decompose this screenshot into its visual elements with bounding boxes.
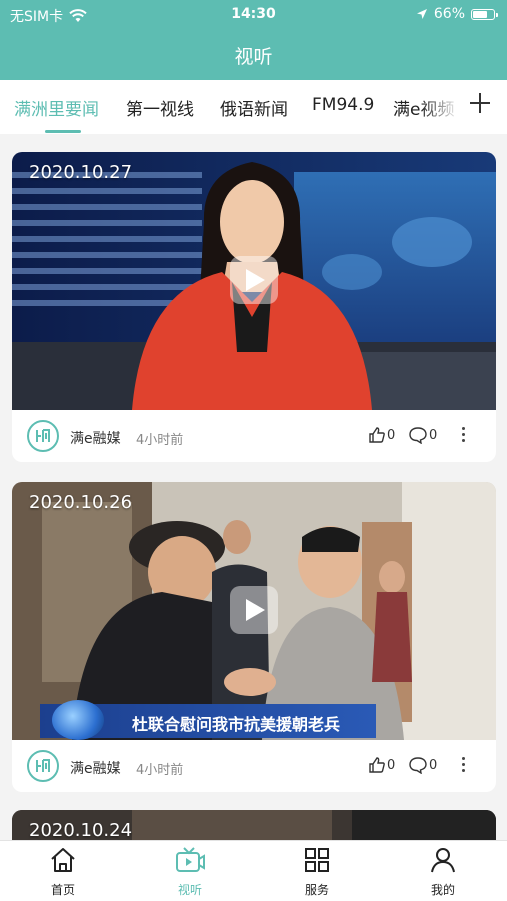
plus-icon[interactable]	[467, 90, 493, 116]
comment-icon	[409, 427, 427, 444]
nav-home-label: 首页	[50, 883, 75, 897]
nav-profile[interactable]: 我的	[403, 845, 483, 898]
nav-home[interactable]: 首页	[23, 845, 103, 898]
play-button[interactable]	[230, 256, 278, 304]
video-card[interactable]: 2020.10.27 满e融媒 4小时前 0 0	[12, 152, 496, 462]
page-title: 视听	[234, 46, 273, 68]
video-meta: 满e融媒 4小时前 0 0	[12, 740, 496, 792]
title-bar: 视听	[0, 30, 507, 80]
comment-count: 0	[429, 427, 438, 443]
like-count: 0	[387, 427, 396, 443]
tab-fm949[interactable]: FM94.9	[312, 95, 374, 115]
more-icon[interactable]	[458, 754, 468, 776]
bottom-navigation: 首页 视听 服务 我的	[0, 840, 507, 901]
video-date: 2020.10.26	[29, 492, 133, 513]
video-meta: 满e融媒 4小时前 0 0	[12, 410, 496, 462]
nav-media-label: 视听	[177, 883, 202, 897]
video-date: 2020.10.27	[29, 162, 133, 183]
thumb-up-icon	[369, 427, 385, 443]
tv-icon	[176, 847, 205, 872]
category-tabs: 满洲里要闻 第一视线 俄语新闻 FM94.9 满e视频	[0, 80, 507, 134]
nav-services-label: 服务	[304, 883, 329, 897]
video-thumbnail[interactable]: 杜联合慰问我市抗美援朝老兵 2020.10.26	[12, 482, 496, 740]
comment-button[interactable]: 0	[408, 426, 437, 444]
nav-media[interactable]: 视听	[150, 845, 230, 898]
video-date: 2020.10.24	[29, 820, 133, 841]
source-logo	[27, 750, 59, 782]
grid-icon	[305, 848, 329, 872]
play-button[interactable]	[230, 586, 278, 634]
globe-icon	[52, 700, 104, 740]
status-bar: 无SIM卡 14:30 66%	[0, 0, 507, 30]
video-thumbnail[interactable]: 2020.10.27	[12, 152, 496, 410]
comment-button[interactable]: 0	[408, 756, 437, 774]
source-name[interactable]: 满e融媒	[70, 758, 121, 778]
tab-first-sight[interactable]: 第一视线	[126, 95, 194, 120]
comment-count: 0	[429, 757, 438, 773]
thumb-up-icon	[369, 757, 385, 773]
video-card[interactable]: 杜联合慰问我市抗美援朝老兵 2020.10.26 满e融媒 4小时前 0 0	[12, 482, 496, 792]
location-arrow-icon	[416, 9, 427, 19]
like-button[interactable]: 0	[368, 426, 395, 444]
like-count: 0	[387, 757, 396, 773]
publish-time: 4小时前	[136, 433, 184, 448]
nav-services[interactable]: 服务	[277, 845, 357, 898]
source-logo	[27, 420, 59, 452]
nav-profile-label: 我的	[430, 883, 455, 897]
news-caption-bar: 杜联合慰问我市抗美援朝老兵	[40, 700, 376, 740]
news-caption: 杜联合慰问我市抗美援朝老兵	[132, 715, 341, 734]
publish-time: 4小时前	[136, 763, 184, 778]
battery-icon	[471, 8, 498, 20]
like-button[interactable]: 0	[368, 756, 395, 774]
more-icon[interactable]	[458, 424, 468, 446]
play-icon	[246, 269, 265, 291]
home-icon	[51, 848, 75, 872]
active-tab-indicator	[45, 130, 81, 133]
tab-manzhouli-news[interactable]: 满洲里要闻	[14, 95, 99, 120]
play-icon	[246, 599, 265, 621]
source-name[interactable]: 满e融媒	[70, 428, 121, 448]
battery-text: 66%	[433, 6, 465, 22]
user-icon	[431, 848, 455, 873]
tab-russian-news[interactable]: 俄语新闻	[220, 95, 288, 120]
comment-icon	[409, 757, 427, 774]
